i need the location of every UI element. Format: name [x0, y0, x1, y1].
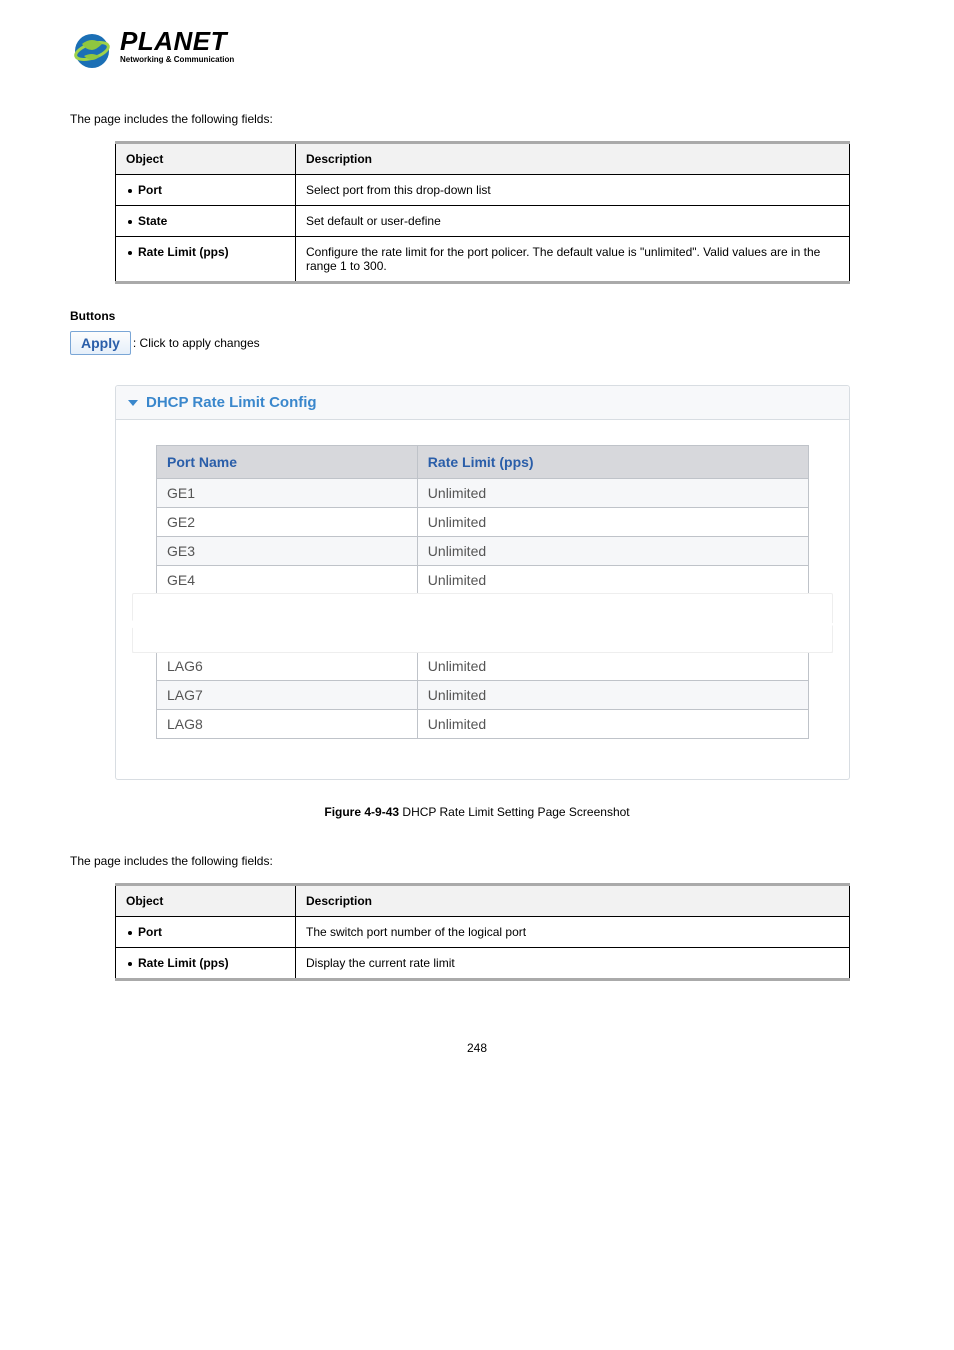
port-cell: LAG8	[157, 710, 418, 739]
bullet-icon	[128, 931, 132, 935]
table-row: Rate Limit (pps) Display the current rat…	[116, 948, 850, 980]
apply-button[interactable]: Apply	[70, 331, 131, 355]
rate-cell: Unlimited	[417, 652, 808, 681]
port-cell: GE1	[157, 479, 418, 508]
table-row: LAG6Unlimited	[157, 652, 809, 681]
table-row: LAG8Unlimited	[157, 710, 809, 739]
field-desc: Configure the rate limit for the port po…	[296, 237, 850, 283]
table1-header-description: Description	[296, 143, 850, 175]
table-row: Rate Limit (pps) Configure the rate limi…	[116, 237, 850, 283]
field-desc: Display the current rate limit	[296, 948, 850, 980]
port-cell: GE3	[157, 537, 418, 566]
cfg-header-port: Port Name	[157, 446, 418, 479]
table-row: GE1Unlimited	[157, 479, 809, 508]
fields-table-2: Object Description Port The switch port …	[115, 883, 850, 981]
figure-number: Figure 4-9-43	[324, 805, 399, 819]
dhcp-rate-limit-panel: DHCP Rate Limit Config Port Name Rate Li…	[115, 385, 850, 780]
rate-cell: Unlimited	[417, 710, 808, 739]
field-name: Port	[138, 183, 162, 197]
bullet-icon	[128, 220, 132, 224]
logo-name: PLANET	[120, 30, 234, 53]
page-number: 248	[70, 1041, 884, 1055]
field-desc: The switch port number of the logical po…	[296, 917, 850, 948]
table-row: Port The switch port number of the logic…	[116, 917, 850, 948]
table-row: GE4Unlimited	[157, 566, 809, 595]
cfg-header-rate: Rate Limit (pps)	[417, 446, 808, 479]
caret-down-icon	[128, 400, 138, 406]
table-row: GE3Unlimited	[157, 537, 809, 566]
config-table-top: Port Name Rate Limit (pps) GE1Unlimited …	[156, 445, 809, 595]
table-row: State Set default or user-define	[116, 206, 850, 237]
planet-globe-icon	[70, 30, 114, 72]
content-break-icon	[156, 593, 809, 653]
intro-text-2: The page includes the following fields:	[70, 854, 884, 868]
table2-header-description: Description	[296, 885, 850, 917]
table2-header-object: Object	[116, 885, 296, 917]
bullet-icon	[128, 189, 132, 193]
panel-title-bar[interactable]: DHCP Rate Limit Config	[116, 386, 849, 420]
port-cell: GE2	[157, 508, 418, 537]
config-table-bottom: LAG6Unlimited LAG7Unlimited LAG8Unlimite…	[156, 651, 809, 739]
buttons-heading: Buttons	[70, 309, 884, 323]
field-name: State	[138, 214, 167, 228]
figure-caption: Figure 4-9-43 DHCP Rate Limit Setting Pa…	[70, 805, 884, 819]
figure-text: DHCP Rate Limit Setting Page Screenshot	[399, 805, 630, 819]
field-name: Port	[138, 925, 162, 939]
intro-text-1: The page includes the following fields:	[70, 112, 884, 126]
panel-title: DHCP Rate Limit Config	[146, 394, 317, 411]
fields-table-1: Object Description Port Select port from…	[115, 141, 850, 284]
rate-cell: Unlimited	[417, 479, 808, 508]
bullet-icon	[128, 962, 132, 966]
rate-cell: Unlimited	[417, 508, 808, 537]
field-name: Rate Limit (pps)	[138, 956, 229, 970]
bullet-icon	[128, 251, 132, 255]
field-desc: Set default or user-define	[296, 206, 850, 237]
port-cell: LAG6	[157, 652, 418, 681]
table-row: LAG7Unlimited	[157, 681, 809, 710]
port-cell: LAG7	[157, 681, 418, 710]
apply-description: : Click to apply changes	[133, 336, 260, 350]
table1-header-object: Object	[116, 143, 296, 175]
brand-logo: PLANET Networking & Communication	[70, 30, 884, 72]
table-row: Port Select port from this drop-down lis…	[116, 175, 850, 206]
rate-cell: Unlimited	[417, 681, 808, 710]
rate-cell: Unlimited	[417, 566, 808, 595]
logo-tagline: Networking & Communication	[120, 55, 234, 64]
rate-cell: Unlimited	[417, 537, 808, 566]
field-desc: Select port from this drop-down list	[296, 175, 850, 206]
table-row: GE2Unlimited	[157, 508, 809, 537]
field-name: Rate Limit (pps)	[138, 245, 229, 259]
port-cell: GE4	[157, 566, 418, 595]
